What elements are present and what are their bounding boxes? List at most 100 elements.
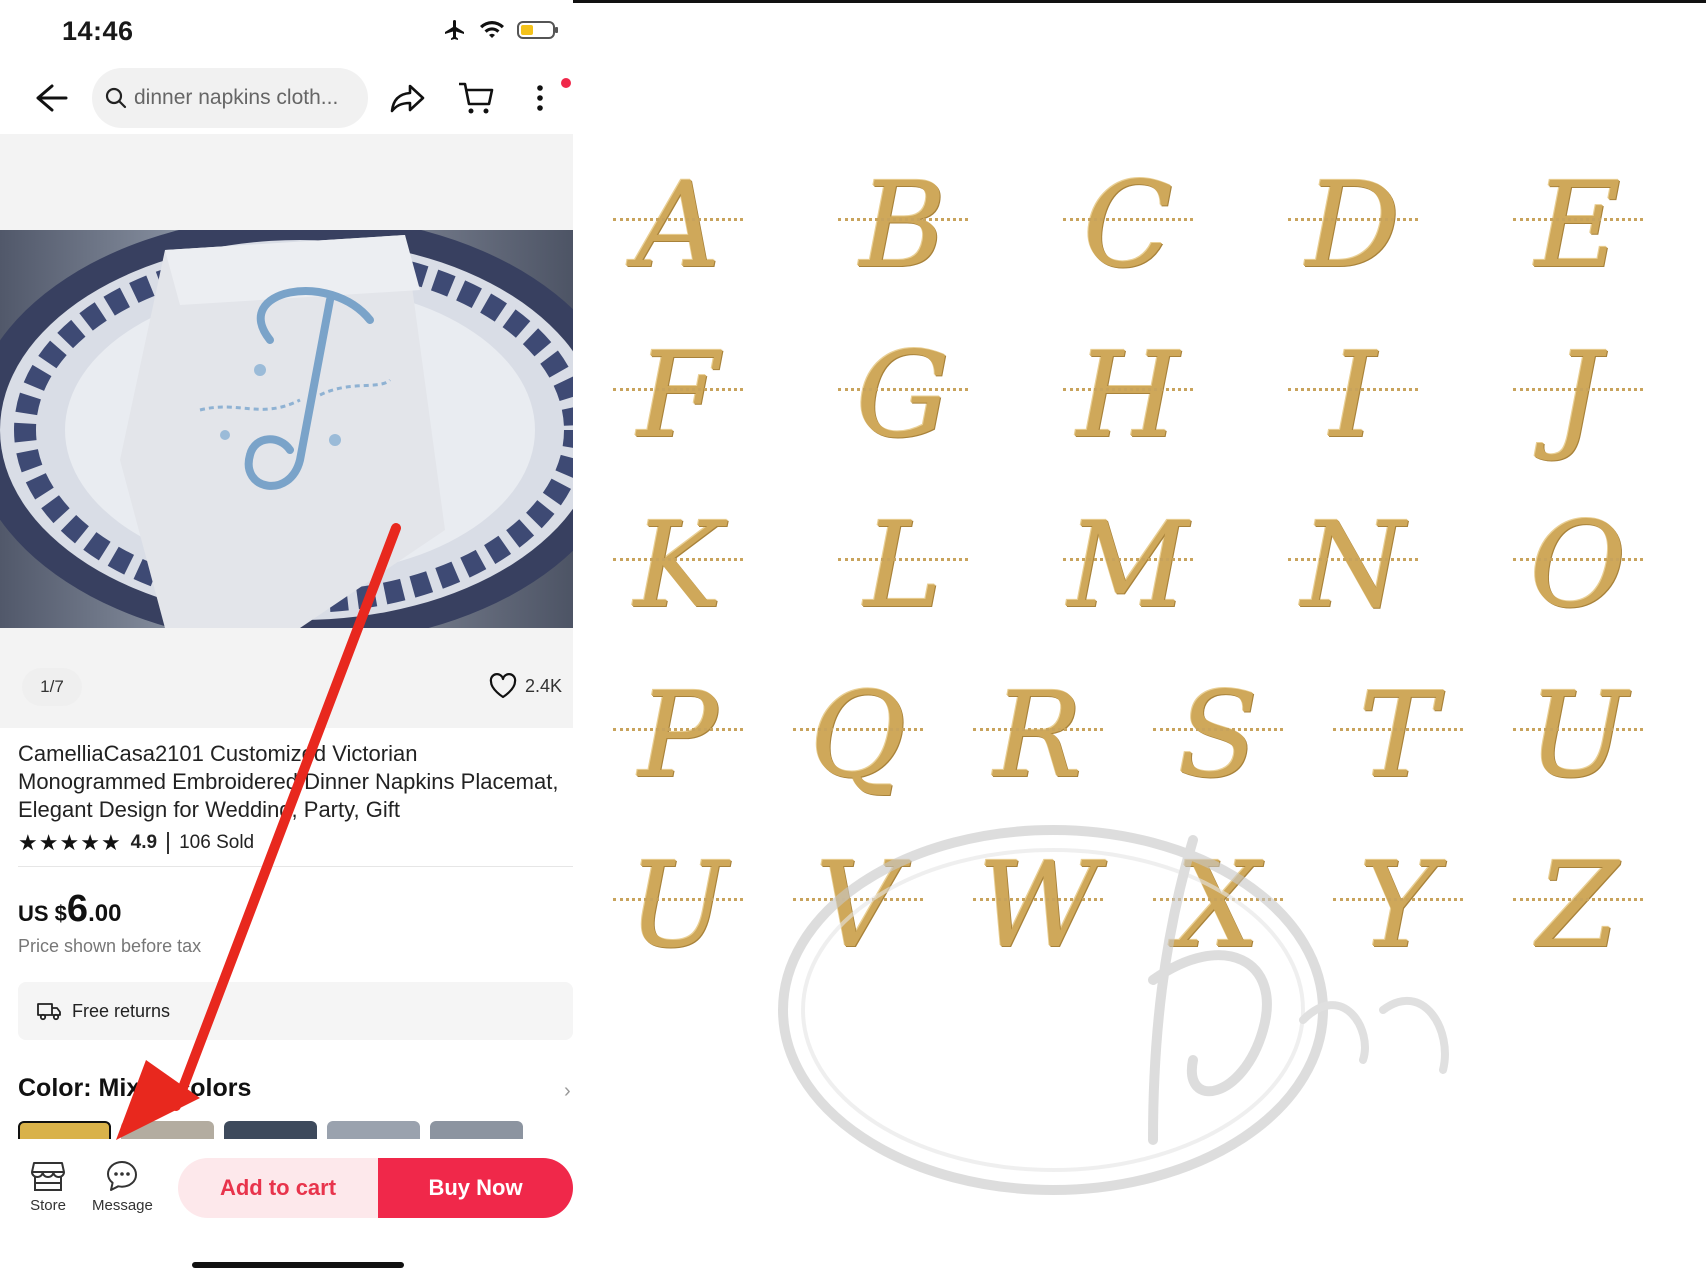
free-returns-banner[interactable]: Free returns	[18, 982, 573, 1040]
price-currency: US $	[18, 901, 67, 926]
monogram-letter: D	[1278, 150, 1428, 300]
floral-vine	[1513, 728, 1643, 741]
monogram-letter: Q	[783, 660, 933, 810]
color-label: Color: Mixed colors	[18, 1074, 252, 1102]
search-query: dinner napkins cloth...	[134, 86, 339, 109]
monogram-letter: G	[828, 320, 978, 470]
search-icon	[105, 87, 127, 109]
monogram-letter: F	[603, 320, 753, 470]
airplane-icon	[445, 20, 464, 40]
monogram-letter: S	[1143, 660, 1293, 810]
floral-vine	[838, 218, 968, 231]
floral-vine	[1288, 388, 1418, 401]
product-page: 14:46 dinner napkins cloth... 1/7 2.4K C…	[0, 0, 573, 1280]
monogram-letter: C	[1053, 150, 1203, 300]
search-input[interactable]: dinner napkins cloth...	[92, 68, 368, 128]
wifi-icon	[480, 21, 504, 38]
status-icons	[443, 18, 558, 42]
floral-vine	[613, 558, 743, 571]
product-title: CamelliaCasa2101 Customized Victorian Mo…	[18, 741, 559, 822]
status-time: 14:46	[62, 16, 134, 46]
floral-vine	[1063, 558, 1193, 571]
floral-vine	[793, 898, 923, 911]
price: US $6.00	[18, 888, 121, 931]
monogram-letter: X	[1143, 830, 1293, 980]
monogram-letter: I	[1278, 320, 1428, 470]
floral-vine	[1513, 898, 1643, 911]
floral-vine	[1333, 728, 1463, 741]
floral-vine	[1288, 558, 1418, 571]
monogram-letter: N	[1278, 490, 1428, 640]
rating-stars: ★ ★ ★ ★ ★	[18, 832, 121, 854]
monogram-letter: V	[783, 830, 933, 980]
monogram-letter: U	[603, 830, 753, 980]
store-button[interactable]: Store	[30, 1159, 66, 1214]
color-swatch[interactable]	[18, 1121, 111, 1139]
store-label: Store	[30, 1197, 66, 1214]
status-bar: 14:46	[0, 0, 573, 62]
notification-dot	[561, 78, 571, 88]
star-icon: ★	[38, 830, 59, 855]
monogram-letter: H	[1053, 320, 1203, 470]
monogram-letter: P	[603, 660, 753, 810]
star-icon: ★	[80, 830, 100, 855]
bottom-action-bar: Store Message Add to cart Buy Now	[0, 1139, 573, 1239]
floral-vine	[613, 898, 743, 911]
floral-vine	[1513, 218, 1643, 231]
monogram-letter: Y	[1323, 830, 1473, 980]
monogram-letter: R	[963, 660, 1113, 810]
color-swatch[interactable]	[224, 1121, 317, 1139]
floral-vine	[793, 728, 923, 741]
product-image[interactable]	[0, 230, 573, 628]
monogram-letter: L	[828, 490, 978, 640]
price-note: Price shown before tax	[18, 936, 202, 956]
floral-vine	[1288, 218, 1418, 231]
chevron-right-icon[interactable]: ›	[564, 1080, 571, 1103]
star-icon: ★	[18, 830, 38, 855]
monogram-letter: T	[1323, 660, 1473, 810]
floral-vine	[838, 388, 968, 401]
message-icon	[107, 1161, 138, 1191]
home-indicator	[192, 1262, 404, 1268]
like-count: 2.4K	[525, 675, 563, 696]
star-icon: ★	[59, 830, 80, 855]
more-icon[interactable]	[530, 78, 550, 118]
color-swatch[interactable]	[121, 1121, 214, 1139]
back-arrow-icon[interactable]	[30, 78, 70, 118]
image-counter: 1/7	[22, 668, 82, 706]
message-button[interactable]: Message	[92, 1159, 153, 1214]
floral-vine	[613, 728, 743, 741]
buy-now-button[interactable]: Buy Now	[378, 1158, 573, 1218]
section-divider	[18, 866, 573, 867]
price-decimal: .00	[88, 900, 122, 927]
floral-vine	[973, 898, 1103, 911]
monogram-letter: U	[1503, 660, 1653, 810]
color-swatch[interactable]	[327, 1121, 420, 1139]
sold-count: 106 Sold	[179, 832, 255, 853]
monogram-letter: B	[828, 150, 978, 300]
monogram-letter: M	[1053, 490, 1203, 640]
truck-icon	[37, 1003, 61, 1021]
monogram-letter: E	[1503, 150, 1653, 300]
floral-vine	[1063, 388, 1193, 401]
divider	[167, 832, 170, 854]
floral-vine	[1333, 898, 1463, 911]
share-icon[interactable]	[388, 78, 428, 118]
monogram-letter: J	[1503, 320, 1653, 470]
cart-icon[interactable]	[456, 78, 496, 118]
heart-icon	[489, 673, 517, 699]
monogram-letter: W	[963, 830, 1113, 980]
store-icon	[31, 1162, 65, 1191]
top-bar: dinner napkins cloth...	[0, 64, 573, 134]
star-icon: ★	[100, 830, 121, 855]
monogram-alphabet-image: ABCDEFGHIJKLMNOPQRSTUUVWXYZ	[573, 0, 1706, 1280]
rating-row[interactable]: ★ ★ ★ ★ ★ 4.9 106 Sold	[18, 832, 254, 854]
floral-vine	[1063, 218, 1193, 231]
color-swatch[interactable]	[430, 1121, 523, 1139]
wishlist-button[interactable]: 2.4K	[489, 673, 562, 699]
message-label: Message	[92, 1197, 153, 1214]
floral-vine	[1153, 898, 1283, 911]
floral-vine	[613, 388, 743, 401]
floral-vine	[613, 218, 743, 231]
add-to-cart-button[interactable]: Add to cart	[178, 1158, 378, 1218]
